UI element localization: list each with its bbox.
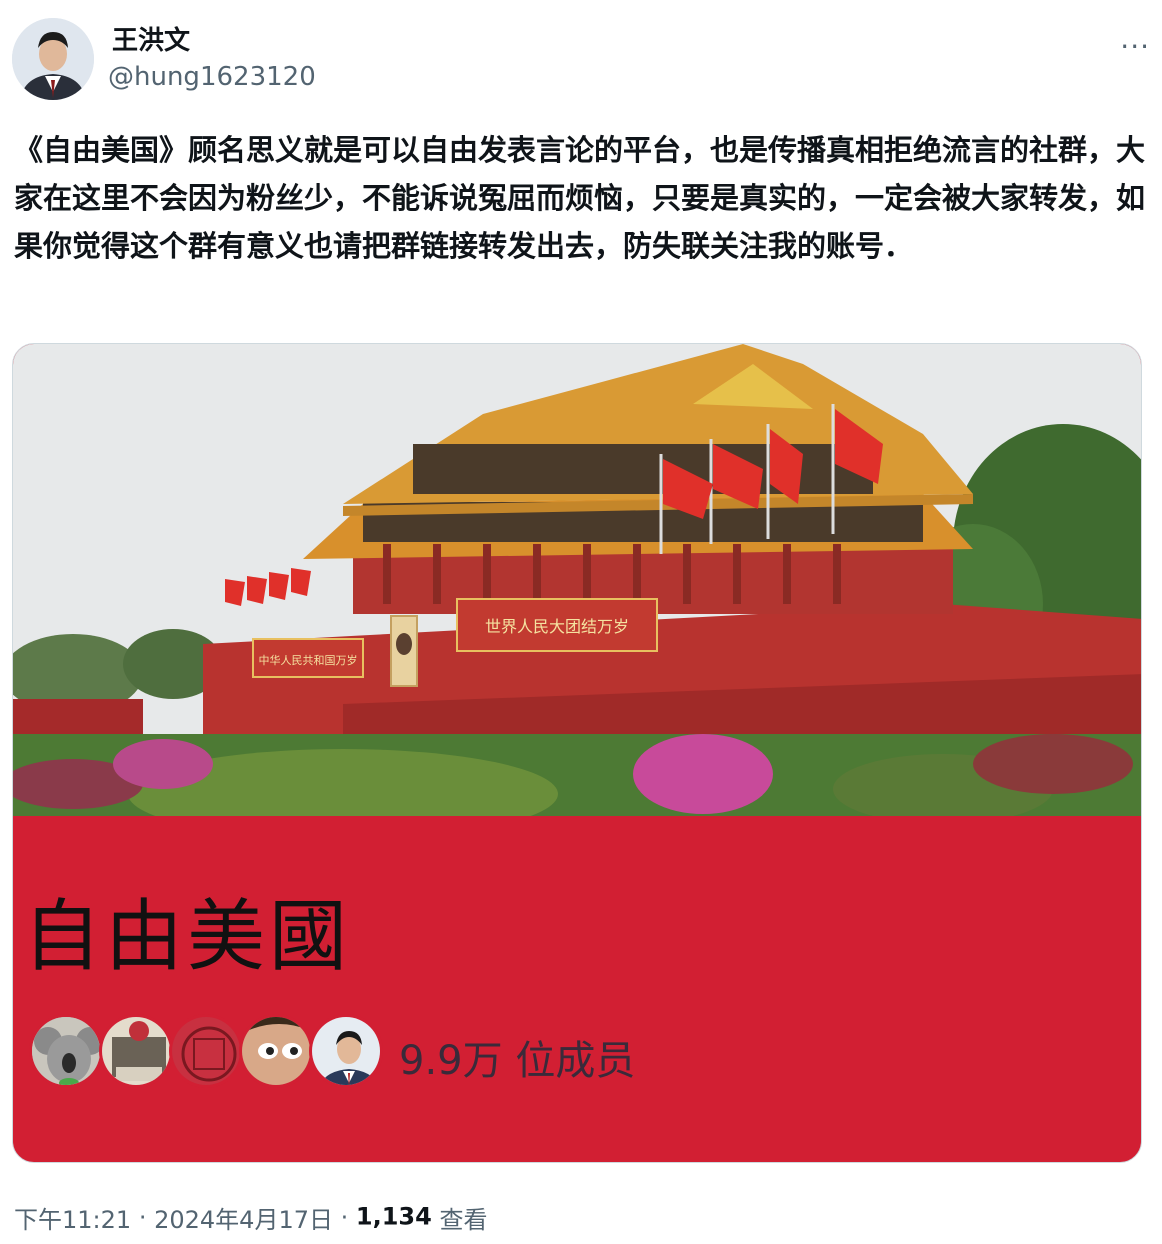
member-avatar-koala xyxy=(29,1014,103,1088)
member-avatar-face xyxy=(239,1014,313,1088)
card-photo: 中华人民共和国万岁 世界人民大团结万岁 xyxy=(13,344,1141,816)
member-avatars-row: 9.9万 位成员 xyxy=(23,1014,723,1094)
banner-left-text: 中华人民共和国万岁 xyxy=(259,653,358,667)
author-avatar[interactable] xyxy=(12,18,94,100)
view-label: 查看 xyxy=(439,1206,488,1234)
more-options-icon[interactable]: ··· xyxy=(1120,30,1150,63)
tweet-header: 王洪文 @hung1623120 ··· xyxy=(12,14,1150,104)
tweet-text: 《自由美国》顾名思义就是可以自由发表言论的平台，也是传播真相拒绝流言的社群，大家… xyxy=(14,133,1146,263)
community-name: 自由美國 xyxy=(23,892,352,982)
meta-separator: · xyxy=(340,1203,349,1232)
view-count: 1,134 xyxy=(355,1202,432,1231)
member-count: 9.9万 位成员 xyxy=(399,1038,636,1084)
banner-right-text: 世界人民大团结万岁 xyxy=(485,617,629,636)
member-avatar-2 xyxy=(99,1014,173,1088)
member-avatar-seal xyxy=(169,1014,243,1088)
meta-separator: · xyxy=(138,1203,147,1232)
tweet-meta: 下午11:21 · 2024年4月17日 · 1,134 查看 xyxy=(14,1200,487,1235)
community-card[interactable]: 中华人民共和国万岁 世界人民大团结万岁 自由美國 9.9万 位成员 xyxy=(12,343,1142,1163)
tweet-time[interactable]: 下午11:21 xyxy=(14,1206,131,1234)
member-avatar-man xyxy=(309,1014,383,1088)
author-handle[interactable]: @hung1623120 xyxy=(108,62,316,92)
tweet-date[interactable]: 2024年4月17日 xyxy=(154,1206,333,1234)
author-name[interactable]: 王洪文 xyxy=(112,20,190,57)
